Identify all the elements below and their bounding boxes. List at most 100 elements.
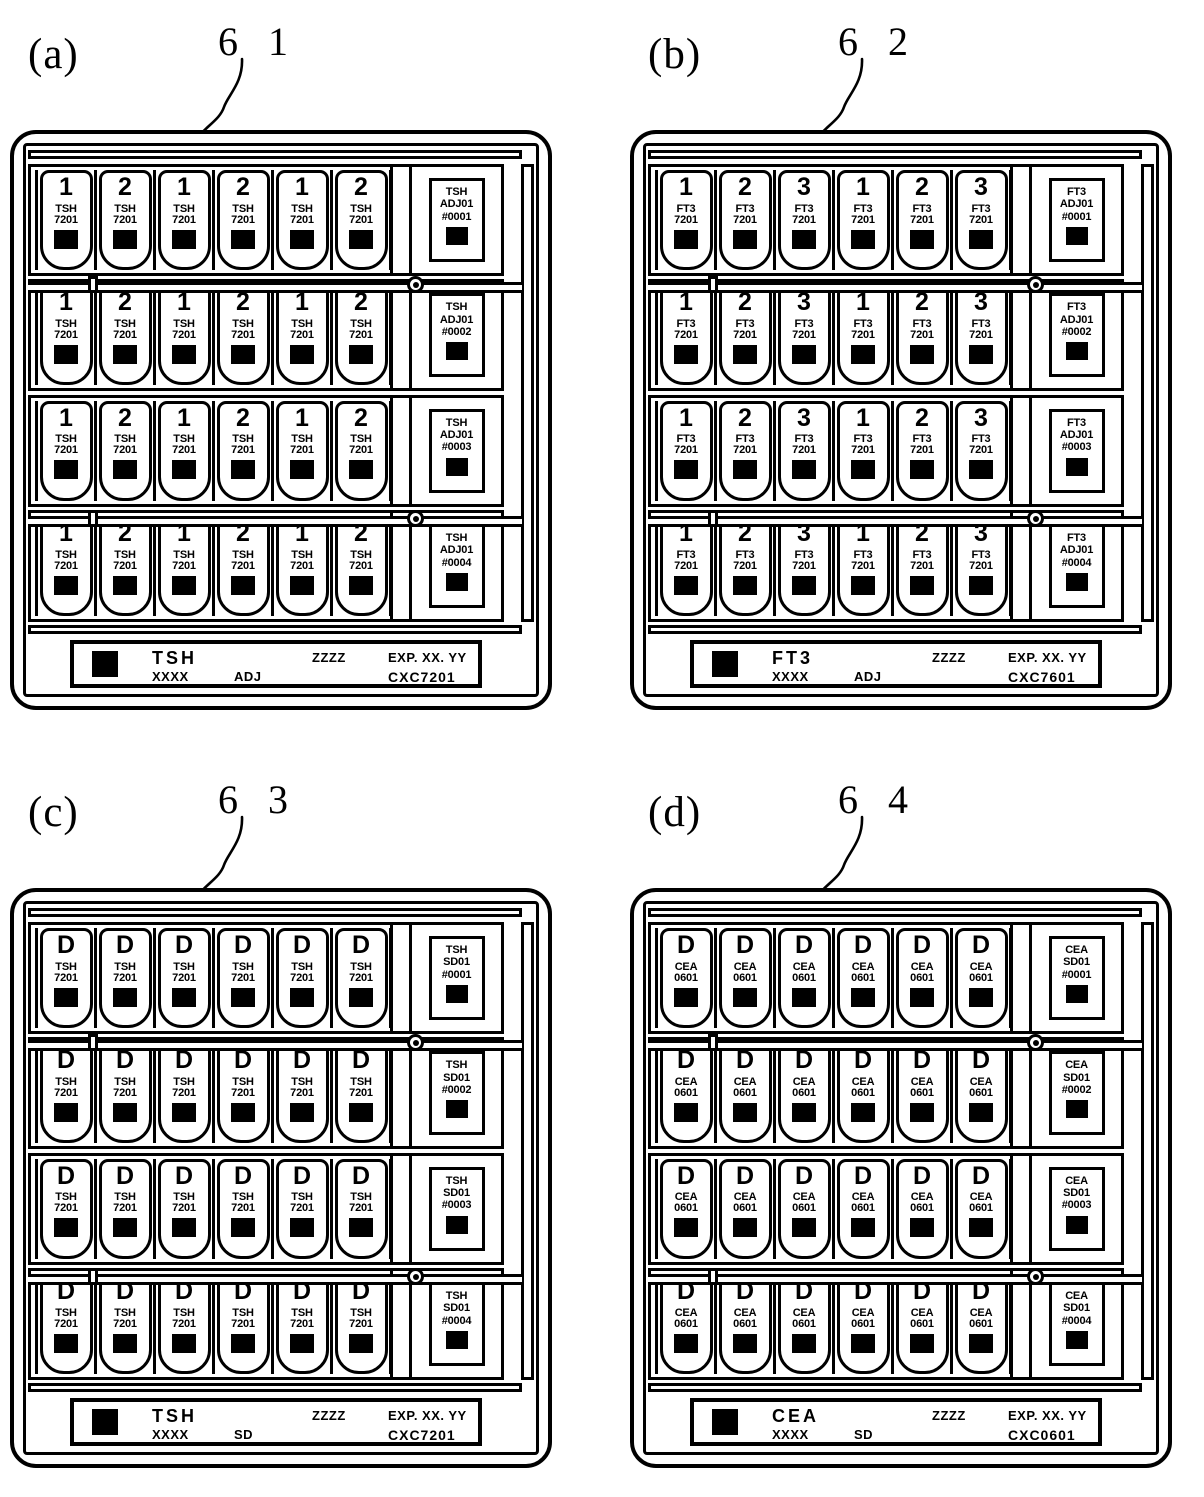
reagent-vial[interactable]: 3 FT3 7201 <box>777 285 831 386</box>
calibrator-card[interactable]: FT3 ADJ01 #0004 <box>1048 523 1105 608</box>
calibrator-card[interactable]: FT3 ADJ01 #0001 <box>1048 178 1105 262</box>
reagent-vial[interactable]: 2 TSH 7201 <box>334 515 388 616</box>
reagent-vial[interactable]: D TSH 7201 <box>216 1043 270 1144</box>
reagent-vial[interactable]: 3 FT3 7201 <box>954 400 1008 501</box>
reagent-vial[interactable]: 1 TSH 7201 <box>39 515 93 616</box>
calibrator-card-slot[interactable]: TSH SD01 #0001 <box>409 925 501 1031</box>
reagent-vial[interactable]: 1 FT3 7201 <box>659 285 713 386</box>
calibrator-card[interactable]: CEA SD01 #0002 <box>1048 1051 1105 1136</box>
reagent-vial[interactable]: 3 FT3 7201 <box>777 400 831 501</box>
calibrator-card-slot[interactable]: FT3 ADJ01 #0003 <box>1029 397 1121 504</box>
calibrator-card[interactable]: TSH SD01 #0002 <box>428 1051 485 1136</box>
reagent-vial[interactable]: D CEA 0601 <box>836 1043 890 1144</box>
calibrator-card[interactable]: FT3 ADJ01 #0003 <box>1048 408 1105 493</box>
reagent-vial[interactable]: D CEA 0601 <box>718 1273 772 1374</box>
calibrator-card[interactable]: TSH ADJ01 #0004 <box>428 523 485 608</box>
reagent-vial[interactable]: 1 FT3 7201 <box>659 170 713 270</box>
reagent-vial[interactable]: 2 FT3 7201 <box>718 515 772 616</box>
reagent-vial[interactable]: 2 TSH 7201 <box>216 515 270 616</box>
reagent-vial[interactable]: 2 TSH 7201 <box>216 170 270 270</box>
calibrator-card-slot[interactable]: TSH ADJ01 #0004 <box>409 512 501 619</box>
reagent-vial[interactable]: D TSH 7201 <box>98 928 152 1028</box>
reagent-tray-c[interactable]: D TSH 7201 D TSH 7201 D TSH 7201 D TSH 7201 D TSH 7201… <box>10 888 552 1468</box>
reagent-vial[interactable]: D CEA 0601 <box>659 1043 713 1144</box>
reagent-vial[interactable]: 2 FT3 7201 <box>895 285 949 386</box>
reagent-vial[interactable]: D TSH 7201 <box>39 1158 93 1259</box>
reagent-vial[interactable]: D CEA 0601 <box>895 1158 949 1259</box>
reagent-vial[interactable]: D TSH 7201 <box>275 1158 329 1259</box>
reagent-vial[interactable]: D TSH 7201 <box>275 1043 329 1144</box>
reagent-vial[interactable]: D TSH 7201 <box>157 1273 211 1374</box>
calibrator-card-slot[interactable]: CEA SD01 #0003 <box>1029 1155 1121 1262</box>
reagent-vial[interactable]: D CEA 0601 <box>659 1273 713 1374</box>
calibrator-card-slot[interactable]: FT3 ADJ01 #0004 <box>1029 512 1121 619</box>
calibrator-card[interactable]: CEA SD01 #0004 <box>1048 1281 1105 1366</box>
calibrator-card[interactable]: TSH SD01 #0004 <box>428 1281 485 1366</box>
reagent-vial[interactable]: D TSH 7201 <box>216 928 270 1028</box>
reagent-vial[interactable]: 3 FT3 7201 <box>954 515 1008 616</box>
reagent-vial[interactable]: D CEA 0601 <box>954 1158 1008 1259</box>
reagent-vial[interactable]: D TSH 7201 <box>275 1273 329 1374</box>
calibrator-card[interactable]: TSH ADJ01 #0001 <box>428 178 485 262</box>
calibrator-card-slot[interactable]: FT3 ADJ01 #0002 <box>1029 282 1121 389</box>
calibrator-card-slot[interactable]: TSH ADJ01 #0002 <box>409 282 501 389</box>
reagent-vial[interactable]: D TSH 7201 <box>216 1273 270 1374</box>
reagent-vial[interactable]: D TSH 7201 <box>39 1273 93 1374</box>
reagent-vial[interactable]: 2 TSH 7201 <box>334 170 388 270</box>
reagent-vial[interactable]: D TSH 7201 <box>39 928 93 1028</box>
reagent-vial[interactable]: D TSH 7201 <box>98 1273 152 1374</box>
reagent-vial[interactable]: D CEA 0601 <box>718 1158 772 1259</box>
reagent-vial[interactable]: 2 FT3 7201 <box>718 400 772 501</box>
reagent-vial[interactable]: D TSH 7201 <box>275 928 329 1028</box>
reagent-vial[interactable]: 1 TSH 7201 <box>275 170 329 270</box>
reagent-vial[interactable]: 1 TSH 7201 <box>157 515 211 616</box>
calibrator-card-slot[interactable]: CEA SD01 #0004 <box>1029 1270 1121 1377</box>
reagent-vial[interactable]: 2 TSH 7201 <box>98 285 152 386</box>
reagent-vial[interactable]: D CEA 0601 <box>718 928 772 1028</box>
reagent-vial[interactable]: D CEA 0601 <box>836 928 890 1028</box>
calibrator-card-slot[interactable]: TSH ADJ01 #0003 <box>409 397 501 504</box>
reagent-vial[interactable]: D TSH 7201 <box>334 1043 388 1144</box>
calibrator-card-slot[interactable]: TSH ADJ01 #0001 <box>409 167 501 273</box>
reagent-vial[interactable]: 1 FT3 7201 <box>836 400 890 501</box>
calibrator-card[interactable]: FT3 ADJ01 #0002 <box>1048 293 1105 378</box>
calibrator-card[interactable]: CEA SD01 #0003 <box>1048 1166 1105 1251</box>
reagent-tray-a[interactable]: 1 TSH 7201 2 TSH 7201 1 TSH 7201 2 TSH 7201 1 TSH 7201… <box>10 130 552 710</box>
reagent-vial[interactable]: D CEA 0601 <box>954 1273 1008 1374</box>
calibrator-card-slot[interactable]: TSH SD01 #0003 <box>409 1155 501 1262</box>
reagent-vial[interactable]: 1 TSH 7201 <box>39 400 93 501</box>
reagent-vial[interactable]: 2 FT3 7201 <box>895 170 949 270</box>
reagent-vial[interactable]: D CEA 0601 <box>777 1273 831 1374</box>
reagent-vial[interactable]: 2 TSH 7201 <box>98 400 152 501</box>
reagent-tray-b[interactable]: 1 FT3 7201 2 FT3 7201 3 FT3 7201 1 FT3 7201 2 FT3 7201… <box>630 130 1172 710</box>
reagent-vial[interactable]: 2 FT3 7201 <box>895 515 949 616</box>
reagent-vial[interactable]: 1 FT3 7201 <box>836 515 890 616</box>
reagent-vial[interactable]: 2 TSH 7201 <box>98 515 152 616</box>
reagent-vial[interactable]: D TSH 7201 <box>334 928 388 1028</box>
reagent-vial[interactable]: D CEA 0601 <box>777 1158 831 1259</box>
reagent-vial[interactable]: 1 TSH 7201 <box>275 285 329 386</box>
reagent-vial[interactable]: 3 FT3 7201 <box>954 285 1008 386</box>
reagent-vial[interactable]: 1 FT3 7201 <box>836 170 890 270</box>
reagent-vial[interactable]: D CEA 0601 <box>659 928 713 1028</box>
reagent-vial[interactable]: D CEA 0601 <box>718 1043 772 1144</box>
reagent-vial[interactable]: D CEA 0601 <box>659 1158 713 1259</box>
reagent-vial[interactable]: 1 TSH 7201 <box>157 170 211 270</box>
reagent-vial[interactable]: D CEA 0601 <box>836 1273 890 1374</box>
calibrator-card[interactable]: TSH ADJ01 #0003 <box>428 408 485 493</box>
reagent-vial[interactable]: D CEA 0601 <box>836 1158 890 1259</box>
calibrator-card-slot[interactable]: FT3 ADJ01 #0001 <box>1029 167 1121 273</box>
reagent-vial[interactable]: 1 TSH 7201 <box>275 515 329 616</box>
reagent-vial[interactable]: D TSH 7201 <box>334 1273 388 1374</box>
reagent-vial[interactable]: D TSH 7201 <box>157 1043 211 1144</box>
reagent-vial[interactable]: 2 TSH 7201 <box>216 400 270 501</box>
reagent-vial[interactable]: 3 FT3 7201 <box>777 515 831 616</box>
calibrator-card[interactable]: TSH SD01 #0001 <box>428 936 485 1020</box>
reagent-vial[interactable]: 2 TSH 7201 <box>334 285 388 386</box>
reagent-vial[interactable]: D CEA 0601 <box>777 1043 831 1144</box>
reagent-vial[interactable]: 1 FT3 7201 <box>836 285 890 386</box>
reagent-vial[interactable]: 1 TSH 7201 <box>275 400 329 501</box>
reagent-vial[interactable]: 2 TSH 7201 <box>334 400 388 501</box>
reagent-vial[interactable]: D TSH 7201 <box>98 1043 152 1144</box>
reagent-vial[interactable]: 2 FT3 7201 <box>895 400 949 501</box>
